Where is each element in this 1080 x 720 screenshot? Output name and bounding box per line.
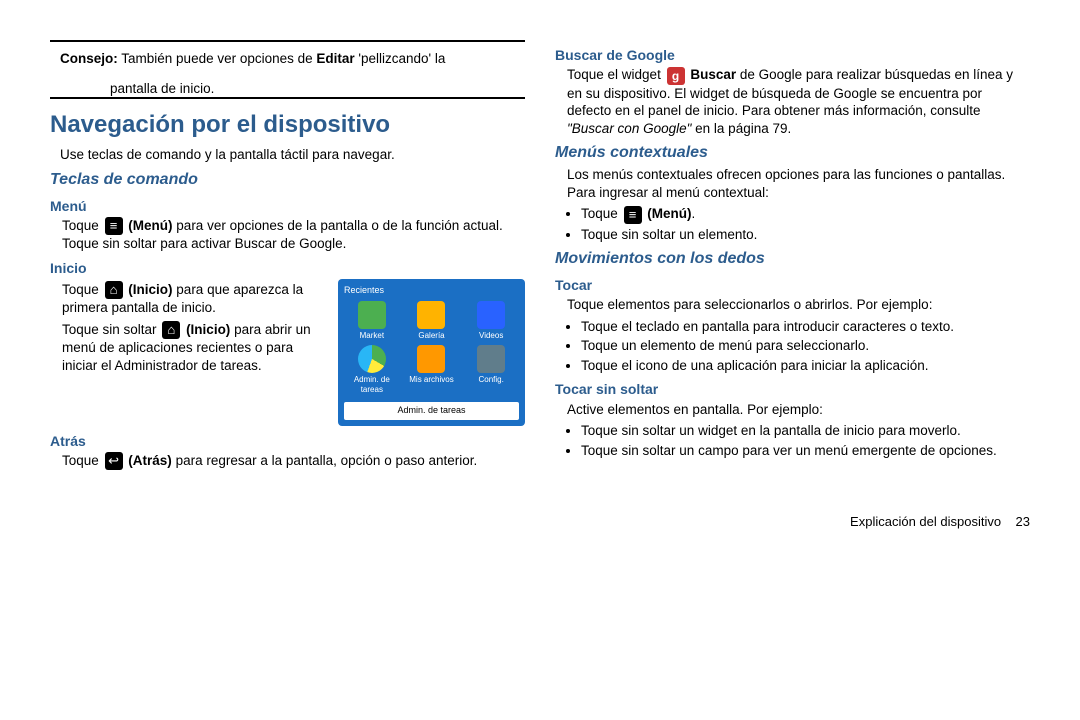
google-paragraph: Toque el widget g Buscar de Google para … [567, 66, 1030, 137]
bullet-item: Toque sin soltar un campo para ver un me… [581, 442, 1030, 460]
home-icon: ⌂ [105, 281, 123, 299]
home-icon: ⌂ [162, 321, 180, 339]
widget-button: Admin. de tareas [344, 402, 519, 420]
horizontal-rule [50, 40, 525, 42]
heading-menu: Menú [50, 197, 525, 215]
tip-text: Consejo: También puede ver opciones de E… [50, 50, 525, 68]
bullet-item: Toque ≡ (Menú). [581, 205, 1030, 223]
heading-inicio: Inicio [50, 259, 525, 277]
subsection-context: Menús contextuales [555, 143, 1030, 164]
menu-icon: ≡ [105, 217, 123, 235]
horizontal-rule [50, 97, 525, 99]
bullet-item: Toque sin soltar un elemento. [581, 226, 1030, 244]
section-title: Navegación por el dispositivo [50, 109, 525, 140]
menu-icon: ≡ [624, 206, 642, 224]
app-videos: Videos [463, 301, 519, 341]
heading-atras: Atrás [50, 432, 525, 450]
tip-text-line2: pantalla de inicio. [50, 80, 525, 98]
subsection-teclas: Teclas de comando [50, 170, 525, 191]
subsection-movimientos: Movimientos con los dedos [555, 249, 1030, 270]
heading-tocarsinsoltar: Tocar sin soltar [555, 380, 1030, 398]
atras-paragraph: Toque ↩ (Atrás) para regresar a la panta… [62, 452, 525, 470]
bullet-item: Toque un elemento de menú para seleccion… [581, 337, 1030, 355]
app-archivos: Mis archivos [404, 345, 460, 396]
context-intro: Los menús contextuales ofrecen opciones … [567, 166, 1030, 201]
intro-text: Use teclas de comando y la pantalla táct… [60, 146, 525, 164]
bullet-item: Toque sin soltar un widget en la pantall… [581, 422, 1030, 440]
tocar-intro: Toque elementos para seleccionarlos o ab… [567, 296, 1030, 314]
menu-paragraph: Toque ≡ (Menú) para ver opciones de la p… [62, 217, 525, 253]
heading-google: Buscar de Google [555, 46, 1030, 64]
page-footer: Explicación del dispositivo 23 [50, 514, 1030, 531]
app-market: Market [344, 301, 400, 341]
heading-tocar: Tocar [555, 276, 1030, 294]
widget-title: Recientes [344, 285, 519, 297]
google-icon: g [667, 67, 685, 85]
app-config: Config. [463, 345, 519, 396]
recent-apps-widget: Recientes Market Galería Videos Admin. d… [338, 279, 525, 426]
hold-intro: Active elementos en pantalla. Por ejempl… [567, 401, 1030, 419]
bullet-item: Toque el icono de una aplicación para in… [581, 357, 1030, 375]
app-galeria: Galería [404, 301, 460, 341]
app-admin: Admin. de tareas [344, 345, 400, 396]
bullet-item: Toque el teclado en pantalla para introd… [581, 318, 1030, 336]
tocar-bullets: Toque el teclado en pantalla para introd… [567, 318, 1030, 375]
back-icon: ↩ [105, 452, 123, 470]
context-bullets: Toque ≡ (Menú). Toque sin soltar un elem… [567, 205, 1030, 243]
hold-bullets: Toque sin soltar un widget en la pantall… [567, 422, 1030, 459]
